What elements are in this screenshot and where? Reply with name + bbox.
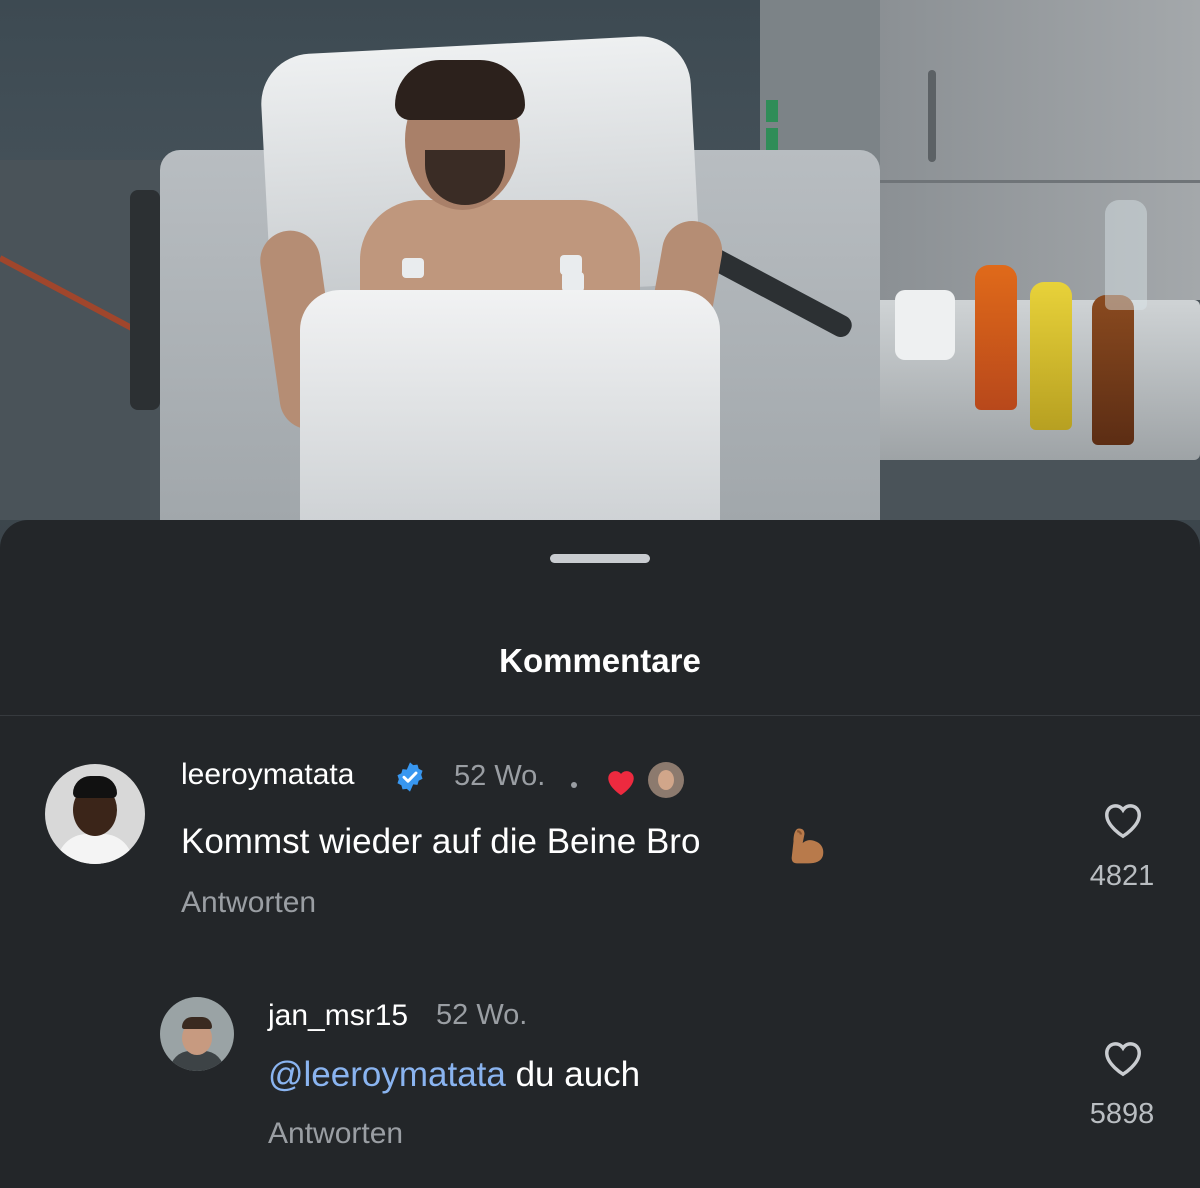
wall-switch (766, 128, 778, 150)
comment-username[interactable]: leeroymatata (181, 758, 354, 792)
mention-link[interactable]: @leeroymatata (268, 1055, 506, 1094)
drink-bottle (1092, 295, 1134, 445)
reply-button[interactable]: Antworten (268, 1117, 403, 1151)
post-photo (0, 0, 1200, 560)
like-heart-icon[interactable] (1100, 798, 1146, 840)
person-hair (395, 60, 525, 120)
comments-sheet: Kommentare leeroymatata 52 Wo. Kommst wi… (0, 520, 1200, 1188)
like-count: 5898 (1089, 1098, 1155, 1130)
bed-rail (130, 190, 160, 410)
avatar[interactable] (45, 764, 145, 864)
separator-dot (571, 782, 577, 788)
comment-text: Kommst wieder auf die Beine Bro (181, 822, 701, 861)
wall-switch (766, 100, 778, 122)
electrode (562, 272, 584, 292)
sheet-title: Kommentare (499, 642, 701, 679)
comment-time: 52 Wo. (454, 760, 546, 792)
liked-by-creator-heart-icon (608, 771, 634, 796)
cabinet-handle (928, 70, 936, 162)
cabinet-divider (880, 180, 1200, 183)
creator-avatar (648, 762, 684, 798)
avatar[interactable] (160, 997, 234, 1071)
comment-text: @leeroymatata du auch (268, 1055, 640, 1095)
comment-username[interactable]: jan_msr15 (268, 999, 408, 1033)
verified-badge-icon (397, 762, 423, 792)
sheet-drag-handle[interactable] (550, 554, 650, 563)
toilet-paper (895, 290, 955, 360)
comment-time: 52 Wo. (436, 999, 528, 1031)
glass-bottle (1105, 200, 1147, 310)
divider (0, 715, 1200, 716)
like-heart-icon[interactable] (1100, 1036, 1146, 1078)
electrode (402, 258, 424, 278)
drink-bottle (975, 265, 1017, 410)
reply-button[interactable]: Antworten (181, 886, 316, 920)
drink-bottle (1030, 282, 1072, 430)
comment-text-body: du auch (505, 1055, 641, 1094)
like-count: 4821 (1089, 860, 1155, 892)
flexed-biceps-icon (791, 828, 824, 864)
